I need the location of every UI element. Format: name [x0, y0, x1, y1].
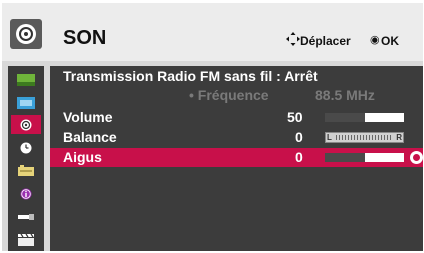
sidebar-item-time[interactable]: [11, 138, 41, 157]
balance-left-label: L: [327, 133, 332, 142]
treble-slider-fill: [325, 153, 365, 162]
radio-fm-label: Transmission Radio FM sans fil : Arrêt: [63, 68, 318, 84]
balance-slider[interactable]: L R: [325, 132, 404, 143]
hint-ok-label: OK: [381, 34, 399, 48]
speaker-icon: [10, 19, 42, 49]
options-icon: [18, 164, 34, 176]
treble-label: Aigus: [63, 149, 102, 165]
usb-icon: [18, 213, 34, 220]
frequency-label: • Fréquence: [189, 87, 269, 103]
balance-row[interactable]: Balance 0 L R: [50, 128, 423, 147]
screen-icon: [17, 96, 35, 109]
info-icon: [20, 188, 32, 199]
sidebar-item-options[interactable]: [11, 161, 41, 180]
sidebar-item-movie[interactable]: [11, 230, 41, 249]
balance-right-label: R: [396, 133, 402, 142]
page-title: SON: [63, 27, 107, 49]
osd-menu: SON Déplacer ◉ OK Transmission Radio FM …: [2, 3, 423, 251]
balance-value: 0: [295, 129, 303, 145]
category-sidebar: [8, 66, 44, 251]
sidebar-item-info[interactable]: [11, 184, 41, 203]
sound-icon: [20, 119, 32, 130]
clock-icon: [20, 142, 32, 153]
settings-panel: Transmission Radio FM sans fil : Arrêt •…: [50, 66, 423, 251]
volume-slider-fill: [325, 113, 365, 122]
picture-icon: [17, 73, 35, 86]
treble-value: 0: [295, 149, 303, 165]
treble-row[interactable]: Aigus 0: [50, 148, 423, 167]
frequency-row: • Fréquence 88.5 MHz: [50, 86, 423, 105]
hint-move-label: Déplacer: [300, 34, 351, 48]
sidebar-item-picture[interactable]: [11, 70, 41, 89]
sidebar-item-screen[interactable]: [11, 93, 41, 112]
treble-slider[interactable]: [325, 153, 404, 162]
ok-button-icon: ◉: [370, 34, 380, 46]
radio-fm-row[interactable]: Transmission Radio FM sans fil : Arrêt: [50, 67, 423, 86]
navigate-arrows-icon: [286, 32, 300, 46]
volume-value: 50: [287, 109, 303, 125]
sidebar-item-sound[interactable]: [11, 115, 41, 134]
balance-ticks: [336, 135, 393, 140]
sidebar-item-usb[interactable]: [11, 207, 41, 226]
balance-label: Balance: [63, 129, 117, 145]
select-indicator-icon: [410, 151, 423, 164]
volume-row[interactable]: Volume 50: [50, 108, 423, 127]
volume-label: Volume: [63, 109, 113, 125]
movie-icon: [18, 233, 34, 246]
frequency-value: 88.5 MHz: [315, 87, 375, 103]
menu-header: SON Déplacer ◉ OK: [2, 3, 423, 61]
volume-slider[interactable]: [325, 113, 404, 122]
